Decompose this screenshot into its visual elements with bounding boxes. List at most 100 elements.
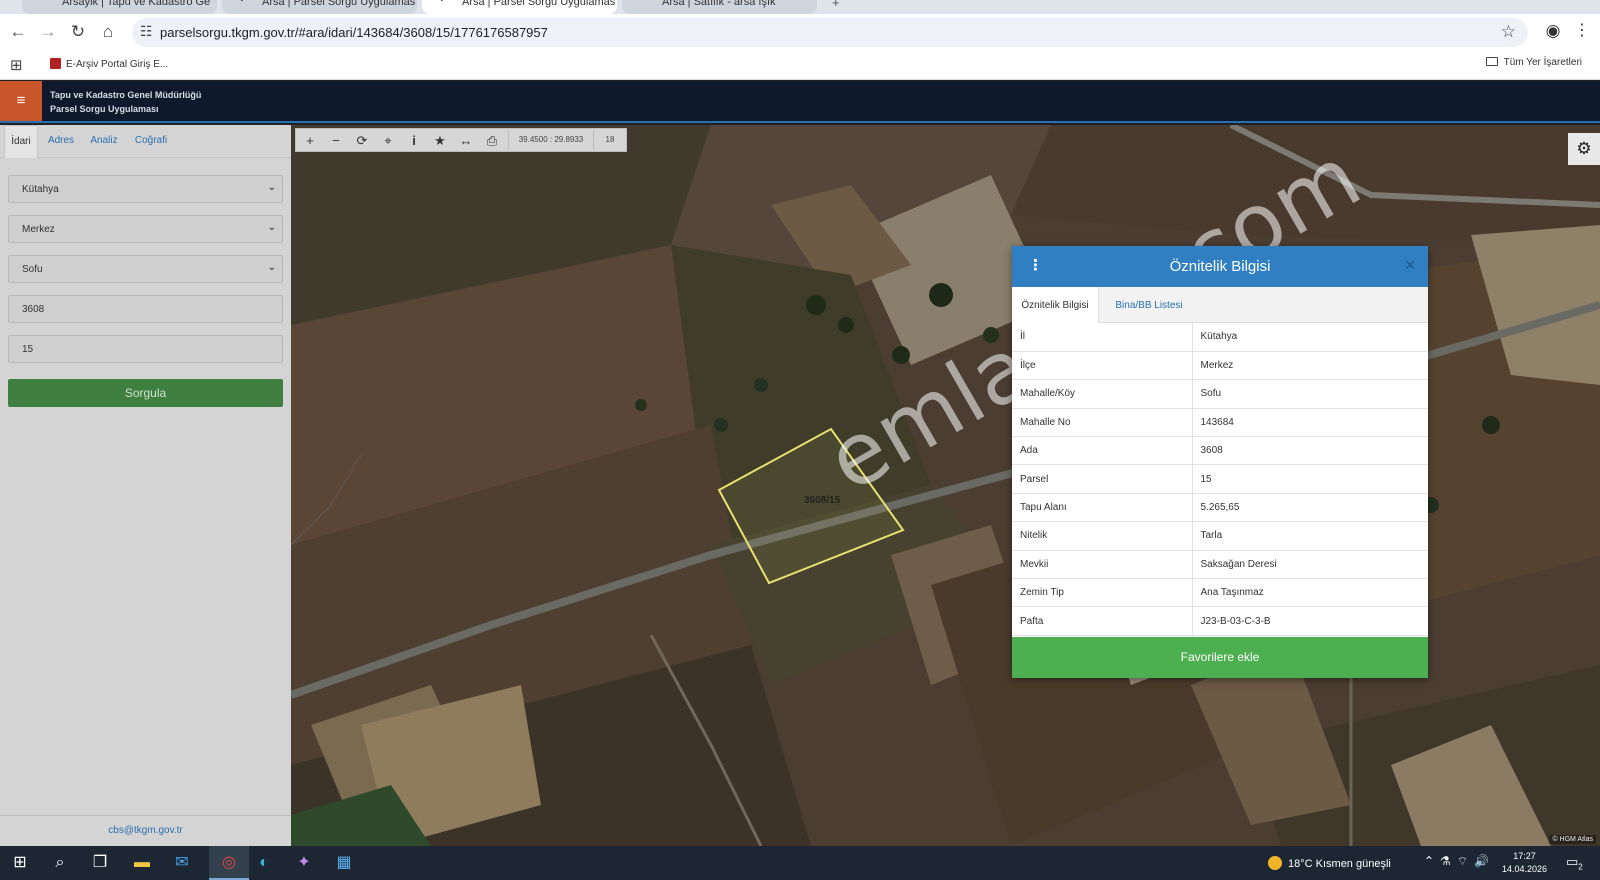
tab-title: Arsa | Parsel Sorgu Uygulamas [462, 0, 616, 8]
app-title-line2: Parsel Sorgu Uygulaması [50, 104, 159, 114]
bookmark-item[interactable]: E-Arşiv Portal Giriş E... [50, 58, 168, 70]
tab-title: Arsa | Parsel Sorgu Uygulamas [262, 0, 416, 8]
browser-toolbar: ← → ↻ ⌂ ☷ parselsorgu.tkgm.gov.tr/#ara/i… [0, 14, 1600, 50]
chevron-down-icon: ⌄ [267, 262, 276, 273]
close-icon[interactable]: ✕ [1404, 257, 1416, 274]
clock-date: 14.04.2026 [1502, 864, 1548, 874]
add-favorite-button[interactable]: Favorilere ekle [1012, 637, 1428, 678]
browser-tab-active[interactable]: ◆ Arsa | Parsel Sorgu Uygulamas ✕ [422, 0, 617, 14]
il-value: Kütahya [22, 184, 59, 195]
map-toolbar: + − ⟳ ⌖ i ★ ↔ ⎙ 39.4500 : 29.8933 18 [295, 128, 627, 152]
tab-bina-listesi[interactable]: Bina/BB Listesi [1099, 287, 1199, 323]
attr-key: Pafta [1012, 606, 1193, 636]
browser-tab[interactable]: ● Arsa | Satılık - arsa ışık ✕ [622, 0, 817, 14]
tab-idari[interactable]: İdari [4, 125, 38, 158]
attr-value: J23-B-03-C-3-B [1192, 606, 1428, 636]
popup-tabs: Öznitelik Bilgisi Bina/BB Listesi [1012, 287, 1428, 323]
table-row: Tapu Alanı 5.265,65 [1012, 493, 1428, 523]
attr-value: 3608 [1192, 436, 1428, 466]
attr-value: 15 [1192, 464, 1428, 494]
apps-grid-icon[interactable]: ⊞ [10, 56, 23, 74]
zoom-level: 18 [605, 135, 615, 144]
locate-icon[interactable]: ⌖ [377, 132, 399, 150]
query-panel: İdari Adres Analiz Coğrafi Kütahya ⌄ Merk… [0, 125, 291, 846]
attr-value: Tarla [1192, 521, 1428, 551]
notifications-icon[interactable]: ▭2 [1566, 854, 1583, 872]
new-tab-icon[interactable]: + [832, 0, 840, 10]
attr-key: Zemin Tip [1012, 578, 1193, 608]
settings-gear-icon[interactable]: ⚙ [1568, 133, 1600, 165]
table-row: Nitelik Tarla [1012, 521, 1428, 551]
folder-icon [1485, 57, 1498, 66]
attr-key: Ada [1012, 436, 1193, 466]
parsel-input[interactable]: 15 [8, 335, 283, 363]
reload-icon[interactable]: ↻ [66, 20, 90, 44]
zoom-in-icon[interactable]: + [299, 132, 321, 150]
table-row: Mevkii Saksağan Deresi [1012, 550, 1428, 580]
coordinate-readout: 39.4500 : 29.8933 [508, 130, 594, 150]
mahalle-select[interactable]: Sofu ⌄ [8, 255, 283, 283]
tab-analiz[interactable]: Analiz [84, 125, 124, 158]
zoom-out-icon[interactable]: − [325, 132, 347, 150]
search-icon[interactable]: ⌕ [48, 852, 72, 874]
ada-input[interactable]: 3608 [8, 295, 283, 323]
bookmark-star-icon[interactable]: ☆ [1501, 22, 1516, 42]
il-select[interactable]: Kütahya ⌄ [8, 175, 283, 203]
mail-icon[interactable]: ✉ [170, 852, 194, 874]
attr-key: İl [1012, 323, 1193, 352]
attr-key: Tapu Alanı [1012, 493, 1193, 523]
all-bookmarks[interactable]: Tüm Yer İşaretleri [1485, 57, 1582, 68]
browser-tab-strip: ◌ Arsaylk | Tapu ve Kadastro Ge ✕ ◆ Arsa… [0, 0, 1600, 14]
all-bookmarks-label: Tüm Yer İşaretleri [1503, 57, 1582, 68]
app-title: Tapu ve Kadastro Genel Müdürlüğü Parsel … [50, 88, 201, 116]
weather-widget[interactable]: 18°C Kısmen güneşli [1268, 856, 1391, 870]
profile-icon[interactable]: ◉ [1542, 20, 1564, 42]
store-icon[interactable]: ▦ [332, 852, 356, 874]
tab-cografi[interactable]: Coğrafi [128, 125, 174, 158]
bookmark-label: E-Arşiv Portal Giriş E... [66, 59, 169, 70]
attr-value: Merkez [1192, 351, 1428, 381]
browser-tab[interactable]: ◆ Arsa | Parsel Sorgu Uygulamas ✕ [222, 0, 417, 14]
attr-value: Ana Taşınmaz [1192, 578, 1428, 608]
browser-tab[interactable]: ◌ Arsaylk | Tapu ve Kadastro Ge ✕ [22, 0, 217, 14]
table-row: Mahalle No 143684 [1012, 408, 1428, 438]
forward-icon[interactable]: → [36, 20, 60, 44]
clock[interactable]: 17:27 14.04.2026 [1502, 850, 1547, 876]
tab-title: Arsaylk | Tapu ve Kadastro Ge [62, 0, 211, 8]
url-text[interactable]: parselsorgu.tkgm.gov.tr/#ara/idari/14368… [160, 25, 548, 40]
edge-icon[interactable]: ◐ [252, 852, 276, 874]
attr-value: Sofu [1192, 379, 1428, 409]
browser-menu-icon[interactable]: ⋮ [1574, 20, 1590, 40]
measure-icon[interactable]: ↔ [455, 132, 477, 150]
system-tray-icons[interactable]: ⌃⚗⌔🔊 [1424, 854, 1495, 869]
task-view-icon[interactable]: ❐ [88, 852, 112, 874]
chevron-down-icon: ⌄ [267, 222, 276, 233]
attr-key: Mahalle No [1012, 408, 1193, 438]
site-info-icon[interactable]: ☷ [140, 23, 153, 40]
attribute-table: İl Kütahya İlçe Merkez Mahalle/Köy Sofu Mah… [1012, 323, 1428, 636]
contact-email-link[interactable]: cbs@tkgm.gov.tr [0, 815, 291, 846]
favorite-star-icon[interactable]: ★ [429, 132, 451, 150]
weather-sun-icon [1268, 856, 1282, 870]
ilce-select[interactable]: Merkez ⌄ [8, 215, 283, 243]
home-icon[interactable]: ⌂ [96, 20, 120, 44]
refresh-icon[interactable]: ⟳ [351, 132, 373, 150]
sorgula-button[interactable]: Sorgula [8, 379, 283, 407]
tab-adres[interactable]: Adres [42, 125, 80, 158]
copilot-icon[interactable]: ✦ [292, 852, 316, 874]
back-icon[interactable]: ← [6, 20, 30, 44]
screen: ◌ Arsaylk | Tapu ve Kadastro Ge ✕ ◆ Arsa… [0, 0, 1600, 880]
chrome-icon[interactable]: ◎ [217, 852, 241, 874]
info-icon[interactable]: i [403, 132, 425, 150]
query-tabs: İdari Adres Analiz Coğrafi [0, 125, 291, 158]
notification-count: 2 [1578, 862, 1583, 872]
address-bar[interactable]: ☷ parselsorgu.tkgm.gov.tr/#ara/idari/143… [132, 18, 1528, 47]
bookmark-favicon-icon [50, 58, 61, 69]
tab-oznitelik-bilgisi[interactable]: Öznitelik Bilgisi [1012, 287, 1099, 323]
bookmarks-bar: ⊞ E-Arşiv Portal Giriş E... Tüm Yer İşar… [0, 50, 1600, 80]
print-icon[interactable]: ⎙ [481, 132, 503, 150]
hamburger-menu-icon[interactable]: ≡ [0, 81, 42, 121]
file-explorer-icon[interactable]: ▬ [130, 852, 154, 874]
windows-start-icon[interactable]: ⊞ [8, 852, 32, 874]
table-row: Mahalle/Köy Sofu [1012, 379, 1428, 409]
